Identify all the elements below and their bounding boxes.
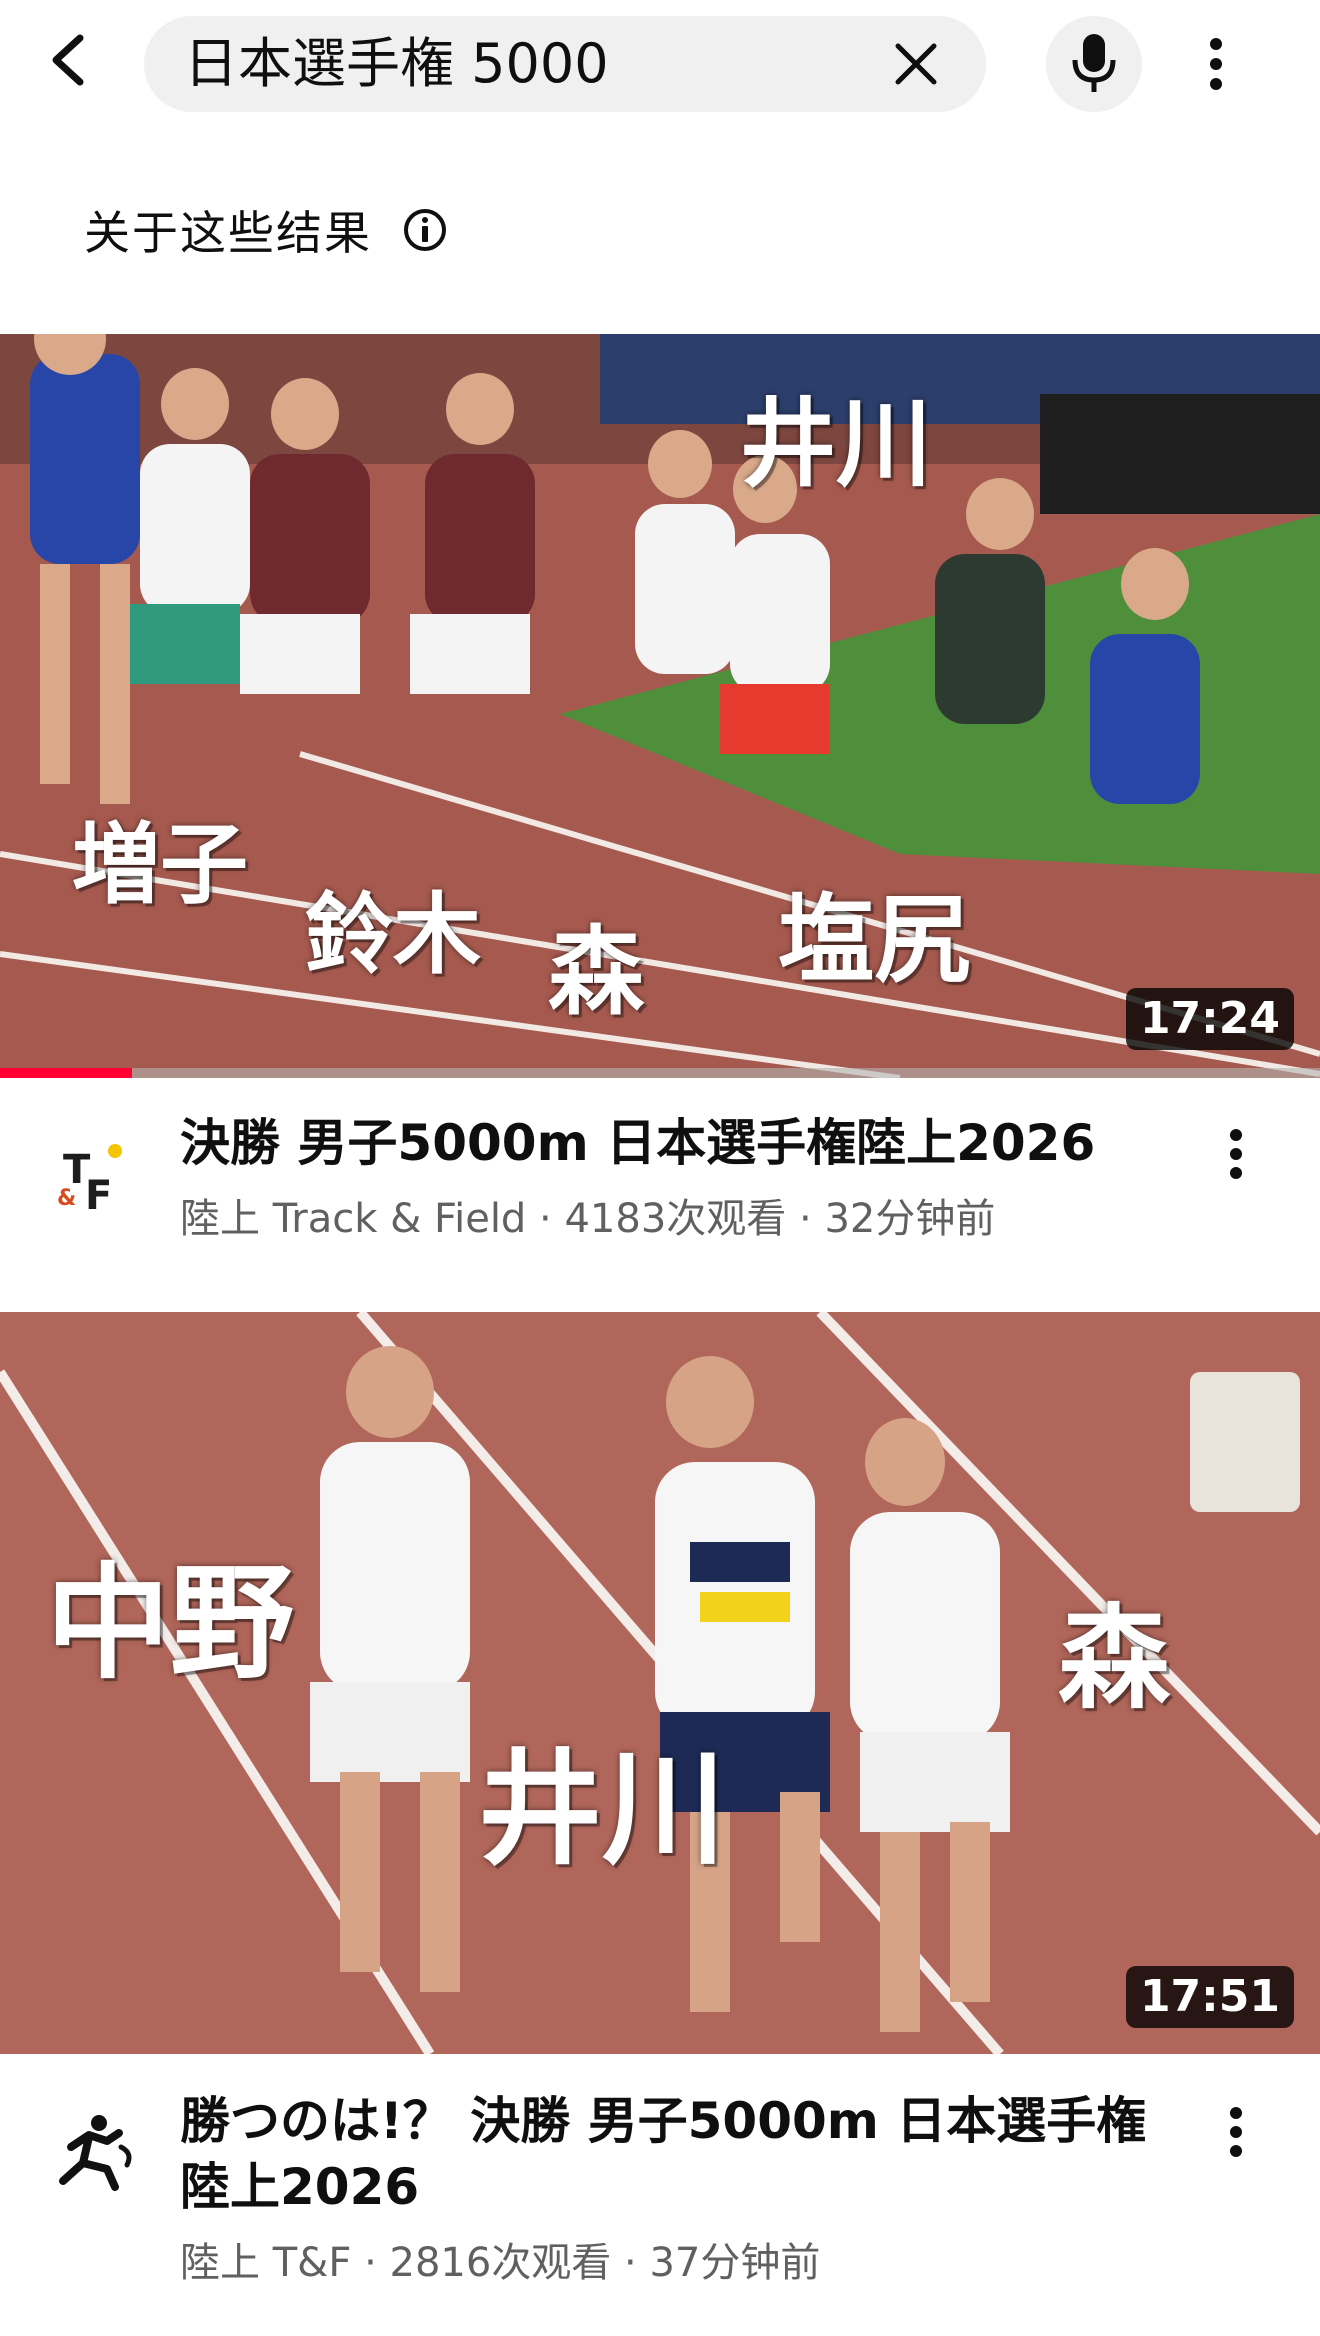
thumbnail-image-1 <box>0 334 1320 1078</box>
back-button[interactable] <box>36 28 100 92</box>
voice-search-button[interactable] <box>1046 16 1142 112</box>
about-results-label: 关于这些结果 <box>84 206 372 260</box>
video-title[interactable]: 勝つのは!？ 決勝 男子5000m 日本選手権陸上2026 <box>180 2088 1180 2220</box>
video-thumbnail-2[interactable]: 中野 井川 森 17:51 <box>0 1312 1320 2054</box>
separator-dot: · <box>624 2240 637 2286</box>
runner-channel-logo-icon <box>59 2115 132 2191</box>
video-more-button[interactable] <box>1208 2096 1264 2168</box>
view-count: 2816次观看 <box>389 2240 612 2286</box>
overlay-name-nakano: 中野 <box>46 1552 295 1696</box>
video-subtitle: 陸上 T&F · 2816次观看 · 37分钟前 <box>180 2230 820 2288</box>
video-title[interactable]: 決勝 男子5000m 日本選手権陸上2026 <box>180 1110 1180 1176</box>
video-meta-1: T & F 決勝 男子5000m 日本選手権陸上2026 陸上 Track & … <box>0 1110 1320 1260</box>
more-vertical-icon <box>1230 2107 1242 2157</box>
video-subtitle: 陸上 Track & Field · 4183次观看 · 32分钟前 <box>180 1186 995 1244</box>
video-duration-badge: 17:24 <box>1125 988 1294 1050</box>
more-vertical-icon <box>1210 38 1222 90</box>
close-icon <box>895 43 937 85</box>
overlay-name-igawa: 井川 <box>740 388 932 500</box>
watch-progress-bar <box>0 1068 1320 1078</box>
top-search-bar: 日本選手権 5000 <box>0 0 1320 130</box>
more-vertical-icon <box>1230 1129 1242 1179</box>
info-icon[interactable] <box>402 207 448 253</box>
search-input[interactable]: 日本選手権 5000 <box>144 16 986 112</box>
overlay-name-masuko: 増子 <box>72 813 249 916</box>
about-results-row[interactable]: 关于这些结果 <box>84 196 448 264</box>
back-arrow-icon <box>52 34 84 86</box>
upload-age: 32分钟前 <box>824 1196 996 1242</box>
channel-avatar[interactable]: T & F <box>44 1126 144 1226</box>
separator-dot: · <box>799 1196 812 1242</box>
video-more-button[interactable] <box>1208 1118 1264 1190</box>
video-thumbnail-1[interactable]: 井川 増子 鈴木 森 塩尻 17:24 <box>0 334 1320 1078</box>
clear-search-button[interactable] <box>886 34 946 94</box>
upload-age: 37分钟前 <box>649 2240 821 2286</box>
overlay-name-mori: 森 <box>548 916 644 1028</box>
channel-name[interactable]: 陸上 Track & Field <box>180 1196 526 1242</box>
svg-text:&: & <box>57 1186 76 1211</box>
channel-name[interactable]: 陸上 T&F <box>180 2240 351 2286</box>
video-meta-2: 勝つのは!？ 決勝 男子5000m 日本選手権陸上2026 陸上 T&F · 2… <box>0 2088 1320 2318</box>
overlay-name-suzuki: 鈴木 <box>305 883 482 986</box>
svg-text:F: F <box>85 1173 112 1219</box>
video-duration-badge: 17:51 <box>1125 1966 1294 2028</box>
search-query-text: 日本選手権 5000 <box>184 32 609 95</box>
channel-avatar[interactable] <box>44 2102 144 2202</box>
more-options-button[interactable] <box>1184 28 1248 100</box>
overlay-name-shiojiri: 塩尻 <box>778 884 970 996</box>
separator-dot: · <box>539 1196 552 1242</box>
microphone-icon <box>1072 34 1116 92</box>
overlay-name-mori: 森 <box>1058 1594 1170 1724</box>
overlay-name-igawa: 井川 <box>478 1738 727 1882</box>
tf-channel-logo-icon: T & F <box>57 1144 122 1219</box>
watch-progress-fill <box>0 1068 132 1078</box>
separator-dot: · <box>364 2240 377 2286</box>
view-count: 4183次观看 <box>564 1196 787 1242</box>
